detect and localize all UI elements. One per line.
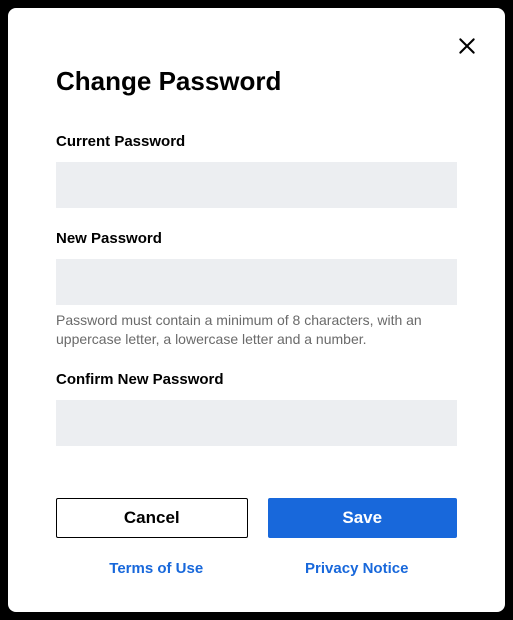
confirm-password-input[interactable]: [56, 400, 457, 446]
close-icon: [457, 36, 477, 56]
confirm-password-group: Confirm New Password: [56, 371, 457, 446]
cancel-button[interactable]: Cancel: [56, 498, 248, 538]
close-button[interactable]: [455, 34, 479, 58]
save-button[interactable]: Save: [268, 498, 458, 538]
confirm-password-label: Confirm New Password: [56, 371, 457, 388]
button-row: Cancel Save: [56, 498, 457, 538]
current-password-group: Current Password: [56, 133, 457, 208]
new-password-input[interactable]: [56, 259, 457, 305]
terms-of-use-link[interactable]: Terms of Use: [109, 560, 203, 577]
privacy-notice-link[interactable]: Privacy Notice: [305, 560, 408, 577]
modal-title: Change Password: [56, 66, 457, 97]
current-password-input[interactable]: [56, 162, 457, 208]
new-password-group: New Password Password must contain a min…: [56, 230, 457, 349]
password-hint: Password must contain a minimum of 8 cha…: [56, 311, 457, 349]
current-password-label: Current Password: [56, 133, 457, 150]
link-row: Terms of Use Privacy Notice: [56, 560, 457, 578]
new-password-label: New Password: [56, 230, 457, 247]
change-password-modal: Change Password Current Password New Pas…: [8, 8, 505, 612]
